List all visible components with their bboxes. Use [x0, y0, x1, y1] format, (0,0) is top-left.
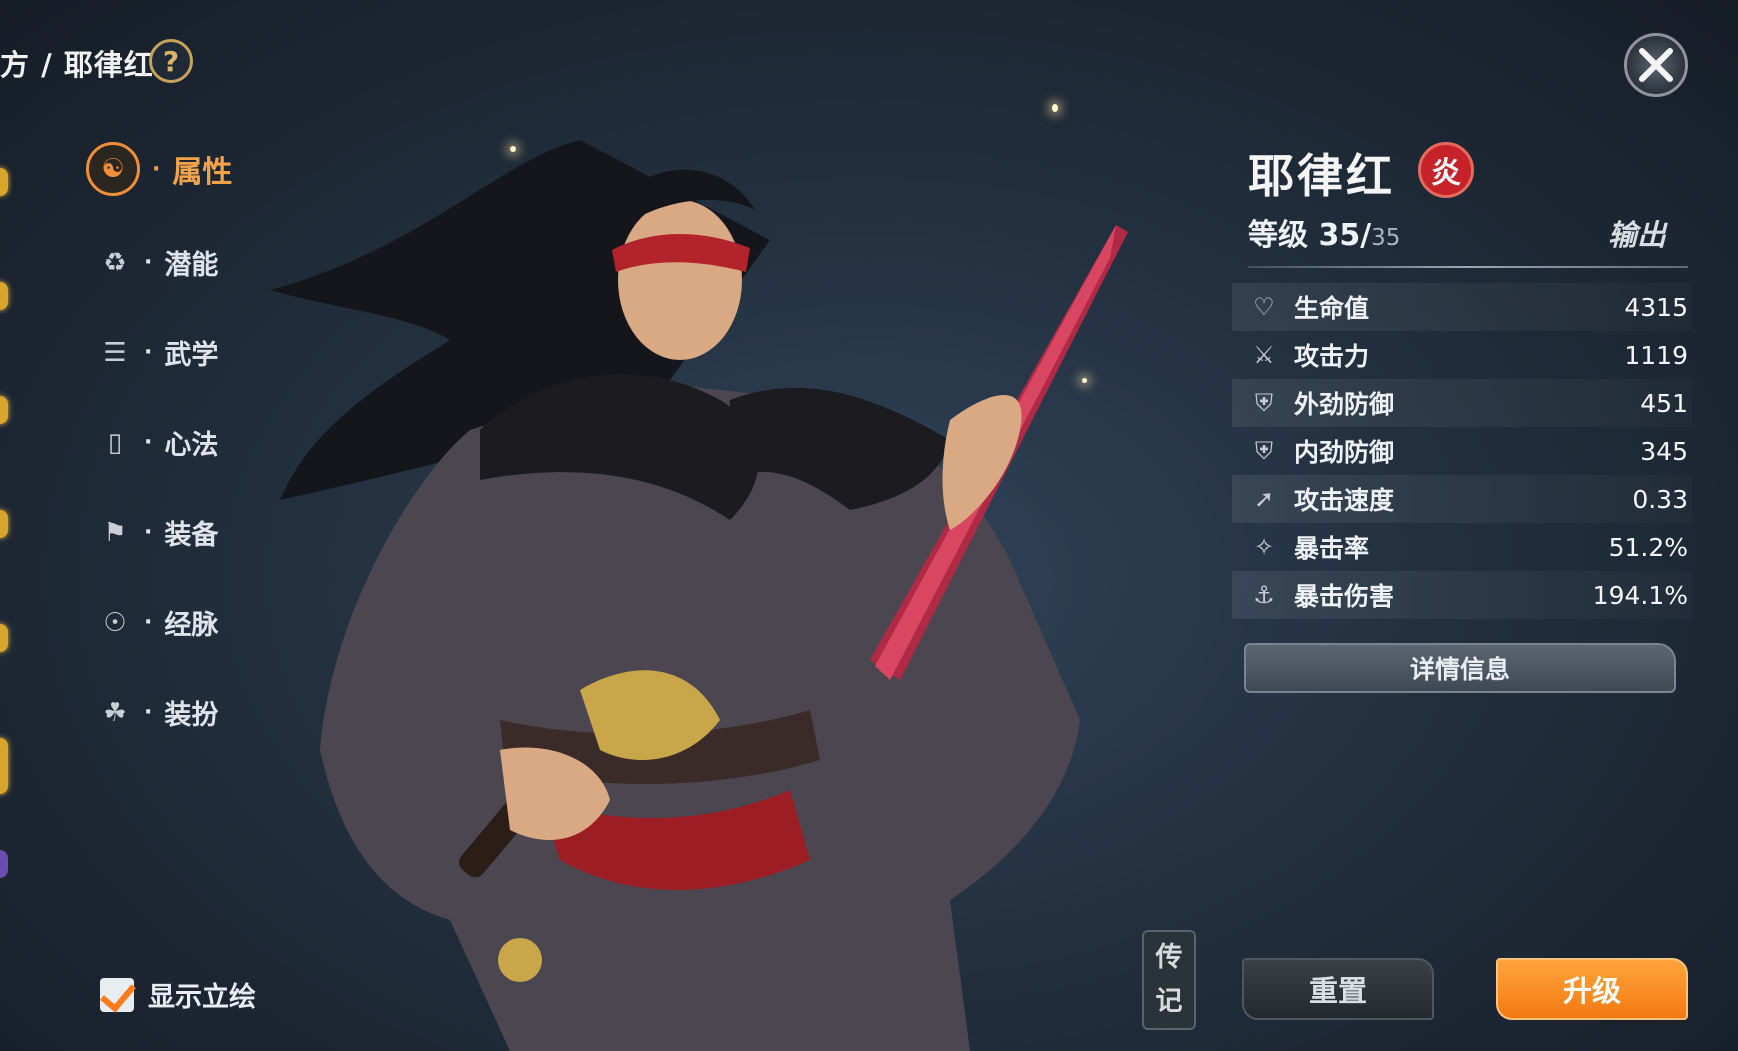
nav-item-label: 属性 — [172, 155, 233, 190]
biography-button[interactable]: 传 记 — [1142, 930, 1196, 1030]
nav-item-outfit[interactable]: ☘ · 装扮 — [98, 693, 218, 732]
sword-icon: ⚔ — [1253, 341, 1275, 369]
character-tab[interactable] — [0, 510, 8, 538]
divider — [1248, 266, 1688, 268]
character-tab[interactable] — [0, 624, 8, 652]
character-tab[interactable] — [0, 850, 8, 878]
character-name: 耶律红 — [1248, 149, 1395, 203]
character-role: 输出 — [1608, 218, 1667, 252]
stat-row-inner-defense: ⛨ 内劲防御 345 — [1232, 427, 1692, 475]
breadcrumb: 方 / 耶律红 — [0, 48, 154, 82]
inner-shield-icon: ⛨ — [1255, 437, 1273, 465]
reset-button[interactable]: 重置 — [1242, 958, 1434, 1020]
nav-item-meridian[interactable]: ☉ · 经脉 — [98, 603, 218, 642]
crit-damage-icon: ⚓ — [1253, 581, 1275, 609]
character-tab[interactable] — [0, 282, 8, 310]
checkbox-checked-icon[interactable] — [100, 977, 134, 1012]
nav-item-potential[interactable]: ♻ · 潜能 — [98, 243, 218, 282]
attribute-icon: ☯ — [86, 142, 140, 196]
nav-item-martial-arts[interactable]: ☰ · 武学 — [98, 333, 218, 372]
attack-speed-icon: ➚ — [1253, 485, 1275, 513]
question-icon: ? — [162, 44, 180, 78]
outfit-icon: ☘ — [103, 697, 127, 728]
character-tab[interactable] — [0, 168, 8, 196]
close-button[interactable] — [1624, 33, 1688, 97]
stat-row-crit-rate: ✧ 暴击率 51.2% — [1232, 523, 1692, 571]
crit-rate-icon: ✧ — [1253, 533, 1275, 561]
fire-element-icon: 炎 — [1431, 156, 1461, 191]
character-tab[interactable] — [0, 738, 8, 794]
mind-method-icon: ▯ — [107, 427, 123, 458]
nav-item-label: 心法 — [164, 430, 219, 461]
nav-item-label: 装备 — [164, 520, 219, 551]
help-button[interactable]: ? — [149, 39, 193, 83]
nav-item-mind-method[interactable]: ▯ · 心法 — [98, 423, 219, 462]
stat-row-attack: ⚔ 攻击力 1119 — [1232, 331, 1692, 379]
stats-list: ♡ 生命值 4315 ⚔ 攻击力 1119 ⛨ 外劲防御 451 ⛨ 内劲防御 … — [1232, 283, 1692, 619]
show-portrait-label: 显示立绘 — [148, 982, 256, 1013]
show-portrait-toggle[interactable]: 显示立绘 — [100, 975, 256, 1014]
stat-row-attack-speed: ➚ 攻击速度 0.33 — [1232, 475, 1692, 523]
character-switch-rail — [0, 150, 10, 910]
character-portrait — [270, 140, 1128, 1051]
meridian-icon: ☉ — [103, 607, 127, 638]
equipment-icon: ⚑ — [103, 517, 127, 548]
nav-item-label: 经脉 — [164, 610, 219, 641]
character-tab[interactable] — [0, 396, 8, 424]
nav-item-label: 潜能 — [164, 250, 219, 281]
potential-icon: ♻ — [103, 247, 127, 278]
nav-item-label: 装扮 — [164, 700, 219, 731]
upgrade-button[interactable]: 升级 — [1496, 958, 1688, 1020]
heart-icon: ♡ — [1253, 293, 1275, 321]
stat-row-crit-damage: ⚓ 暴击伤害 194.1% — [1232, 571, 1692, 619]
nav-item-label: 武学 — [164, 340, 219, 371]
close-icon — [1639, 48, 1673, 82]
stat-row-hp: ♡ 生命值 4315 — [1232, 283, 1692, 331]
martial-arts-icon: ☰ — [103, 337, 127, 368]
nav-item-equipment[interactable]: ⚑ · 装备 — [98, 513, 218, 552]
stat-row-outer-defense: ⛨ 外劲防御 451 — [1232, 379, 1692, 427]
element-badge: 炎 — [1418, 142, 1474, 198]
detail-info-button[interactable]: 详情信息 — [1244, 643, 1676, 693]
nav-item-attributes[interactable]: ☯ · 属性 — [86, 142, 232, 196]
character-level: 等级 35/35 — [1248, 218, 1401, 253]
shield-icon: ⛨ — [1255, 389, 1273, 417]
